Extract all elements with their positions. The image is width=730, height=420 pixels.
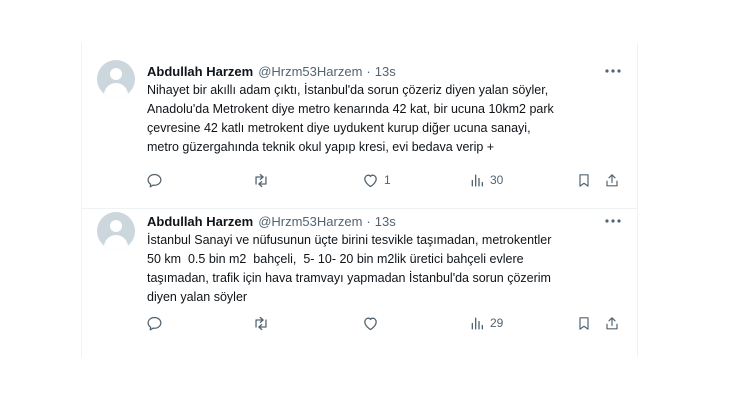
- tweet-text-line: 50 km 0.5 bin m2 bahçeli, 5- 10- 20 bin …: [147, 252, 524, 266]
- tweet-header: Abdullah Harzem @Hrzm53Harzem · 13s: [147, 212, 396, 230]
- retweet-button[interactable]: [252, 313, 275, 333]
- author-name[interactable]: Abdullah Harzem: [147, 214, 253, 229]
- author-handle[interactable]: @Hrzm53Harzem: [258, 64, 362, 79]
- views-button[interactable]: 30: [469, 170, 503, 190]
- tweet-header: Abdullah Harzem @Hrzm53Harzem · 13s: [147, 62, 396, 80]
- heart-icon: [364, 174, 377, 187]
- author-name[interactable]: Abdullah Harzem: [147, 64, 253, 79]
- avatar[interactable]: [97, 212, 135, 250]
- views-chart-icon: [471, 317, 483, 329]
- tweet-text-line: Nihayet bir akıllı adam çıktı, İstanbul'…: [147, 83, 549, 97]
- views-count: 29: [490, 316, 504, 330]
- like-button[interactable]: 1: [362, 170, 391, 190]
- share-icon: [606, 316, 618, 329]
- like-button[interactable]: [362, 313, 384, 333]
- author-handle[interactable]: @Hrzm53Harzem: [258, 214, 362, 229]
- tweet-time[interactable]: 13s: [375, 214, 396, 229]
- tweet-text: İstanbul Sanayi ve nüfusunun üçte birini…: [147, 231, 627, 307]
- share-button[interactable]: [604, 170, 620, 190]
- tweet-text-line: diyen yalan söyler: [147, 290, 248, 304]
- retweet-button[interactable]: [252, 170, 275, 190]
- views-chart-icon: [471, 174, 483, 186]
- reply-button[interactable]: [146, 313, 168, 333]
- avatar-body: [104, 235, 128, 250]
- bookmark-button[interactable]: [576, 170, 592, 190]
- retweet-icon: [255, 316, 267, 330]
- avatar-head: [110, 220, 122, 232]
- views-button[interactable]: 29: [469, 313, 503, 333]
- avatar-head: [110, 68, 122, 80]
- like-count: 1: [384, 173, 391, 187]
- avatar-body: [104, 83, 128, 98]
- bookmark-button[interactable]: [576, 313, 592, 333]
- more-horizontal-icon[interactable]: [603, 212, 623, 230]
- share-icon: [606, 173, 618, 186]
- views-count: 30: [490, 173, 504, 187]
- tweet-text-line: çevresine 42 katlı metrokent diye uyduke…: [147, 121, 531, 135]
- reply-button[interactable]: [146, 170, 168, 190]
- separator-dot: ·: [366, 213, 371, 229]
- tweet-text-line: Anadolu'da Metrokent diye metro kenarınd…: [147, 102, 554, 116]
- tweet[interactable]: Abdullah Harzem @Hrzm53Harzem · 13s Niha…: [82, 43, 637, 209]
- reply-icon: [147, 173, 162, 188]
- bookmark-icon: [579, 173, 589, 187]
- retweet-icon: [255, 173, 267, 187]
- avatar[interactable]: [97, 60, 135, 98]
- tweet-actions: 1 30: [82, 170, 637, 190]
- heart-icon: [364, 317, 377, 330]
- separator-dot: ·: [366, 63, 371, 79]
- tweet[interactable]: Abdullah Harzem @Hrzm53Harzem · 13s İsta…: [82, 209, 637, 357]
- tweet-text-line: metro güzergahında teknik okul yapıp kre…: [147, 140, 495, 154]
- tweet-thread: Abdullah Harzem @Hrzm53Harzem · 13s Niha…: [81, 43, 638, 357]
- tweet-actions: 29: [82, 313, 637, 333]
- tweet-text-line: İstanbul Sanayi ve nüfusunun üçte birini…: [147, 233, 552, 247]
- bookmark-icon: [579, 316, 589, 330]
- tweet-time[interactable]: 13s: [375, 64, 396, 79]
- tweet-text-line: taşımadan, trafik için hava tramvayı yap…: [147, 271, 551, 285]
- tweet-text: Nihayet bir akıllı adam çıktı, İstanbul'…: [147, 81, 627, 157]
- reply-icon: [147, 316, 162, 331]
- share-button[interactable]: [604, 313, 620, 333]
- more-horizontal-icon[interactable]: [603, 62, 623, 80]
